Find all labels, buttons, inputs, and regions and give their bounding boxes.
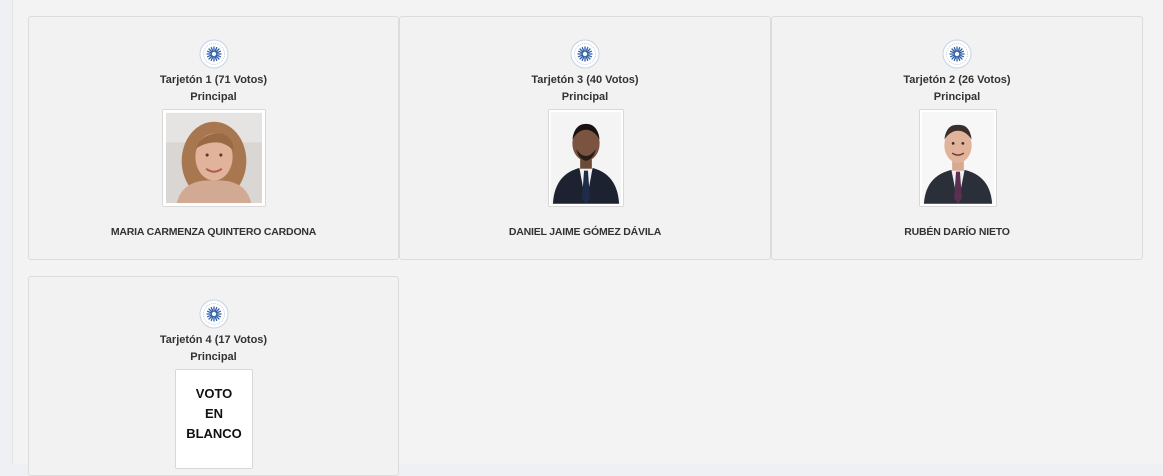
ballot-title: Tarjetón 1 (71 Votos)	[159, 74, 268, 86]
university-seal-icon	[570, 39, 600, 69]
ballot-role: Principal	[933, 91, 981, 103]
blank-vote-line: BLANCO	[186, 426, 242, 441]
ballot-title: Tarjetón 4 (17 Votos)	[159, 334, 268, 346]
candidate-photo	[919, 109, 997, 207]
results-panel: Tarjetón 1 (71 Votos) Principal MARIA CA…	[12, 0, 1163, 476]
candidate-photo	[548, 109, 624, 207]
candidate-name: MARIA CARMENZA QUINTERO CARDONA	[110, 226, 317, 238]
ballot-title: Tarjetón 2 (26 Votos)	[903, 74, 1011, 86]
candidate-photo	[162, 109, 266, 207]
university-seal-icon	[942, 39, 972, 69]
university-seal-icon	[199, 299, 228, 329]
ballot-role: Principal	[561, 91, 609, 103]
ballot-title: Tarjetón 3 (40 Votos)	[531, 74, 639, 86]
candidate-card: Tarjetón 4 (17 Votos) Principal VOTO EN …	[28, 276, 399, 476]
ballot-role: Principal	[190, 351, 237, 363]
candidate-card: Tarjetón 1 (71 Votos) Principal MARIA CA…	[28, 16, 399, 260]
candidate-name: DANIEL JAIME GÓMEZ DÁVILA	[508, 226, 662, 238]
blank-vote-line: VOTO	[195, 386, 233, 401]
blank-vote-label: VOTO EN BLANCO	[176, 370, 252, 444]
blank-vote-box: VOTO EN BLANCO	[175, 369, 253, 469]
candidate-card: Tarjetón 2 (26 Votos) Principal RUBÉN DA…	[771, 16, 1143, 260]
ballot-role: Principal	[190, 91, 237, 103]
candidate-card: Tarjetón 3 (40 Votos) Principal DANIEL J…	[399, 16, 771, 260]
blank-vote-line: EN	[204, 406, 224, 421]
university-seal-icon	[199, 39, 228, 69]
candidate-name: RUBÉN DARÍO NIETO	[904, 226, 1010, 238]
